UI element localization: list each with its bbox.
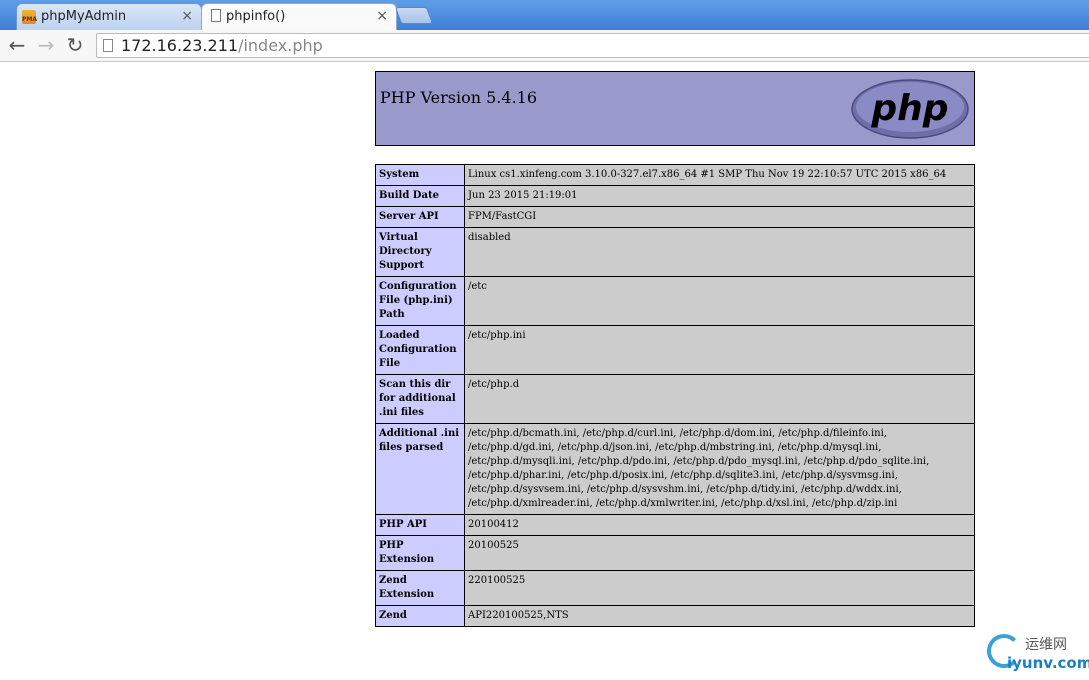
row-key: PHP Extension <box>375 535 465 571</box>
reload-icon[interactable]: ↻ <box>63 33 87 57</box>
table-row: Virtual Directory Support disabled <box>375 227 975 277</box>
url-host: 172.16.23.211 <box>121 36 239 55</box>
row-key: Zend <box>375 605 465 627</box>
address-url: 172.16.23.211/index.php <box>121 36 323 55</box>
row-value: 220100525 <box>464 570 975 606</box>
table-row: PHP Extension 20100525 <box>375 535 975 571</box>
table-row: Scan this dir for additional .ini files /… <box>375 374 975 424</box>
row-key: Build Date <box>375 185 465 207</box>
back-arrow-icon[interactable]: ← <box>5 33 29 57</box>
row-key: PHP API <box>375 514 465 536</box>
tab-phpmyadmin[interactable]: PMA phpMyAdmin × <box>16 3 202 30</box>
table-row: PHP API 20100412 <box>375 514 975 536</box>
php-version-title: PHP Version 5.4.16 <box>380 88 538 107</box>
phpinfo-table: System Linux cs1.xinfeng.com 3.10.0-327.e… <box>375 164 975 627</box>
row-key: System <box>375 164 465 186</box>
table-row: Build Date Jun 23 2015 21:19:01 <box>375 185 975 207</box>
table-row: Loaded Configuration File/etc/php.ini <box>375 325 975 375</box>
phpinfo-header: PHP Version 5.4.16 php <box>375 71 975 146</box>
address-bar[interactable]: 172.16.23.211/index.php <box>96 33 1089 58</box>
browser-toolbar: ← → ↻ 172.16.23.211/index.php <box>0 30 1089 62</box>
tab-strip: PMA phpMyAdmin × phpinfo() × <box>0 0 1089 30</box>
watermark-logo: 运维网 iyunv.com <box>985 630 1089 678</box>
phpmyadmin-favicon-icon: PMA <box>22 10 37 24</box>
watermark-cn: 运维网 <box>1025 637 1067 653</box>
php-logo: php <box>851 79 969 139</box>
page-icon <box>103 39 113 52</box>
close-icon[interactable]: × <box>181 8 193 24</box>
tab-phpinfo[interactable]: phpinfo() × <box>201 3 397 30</box>
url-path: /index.php <box>238 36 323 55</box>
row-value: /etc <box>464 276 975 326</box>
row-key: Zend Extension <box>375 570 465 606</box>
row-value: disabled <box>464 227 975 277</box>
table-row: System Linux cs1.xinfeng.com 3.10.0-327.e… <box>375 164 975 186</box>
row-value: 20100412 <box>464 514 975 536</box>
page-favicon-icon <box>211 9 221 22</box>
row-value: API220100525,NTS <box>464 605 975 627</box>
table-row: Zend API220100525,NTS <box>375 605 975 627</box>
new-tab-button[interactable] <box>394 7 434 24</box>
row-value: /etc/php.ini <box>464 325 975 375</box>
row-key: Scan this dir for additional .ini files <box>375 374 465 424</box>
row-key: Virtual Directory Support <box>375 227 465 277</box>
row-key: Server API <box>375 206 465 228</box>
table-row: Zend Extension 220100525 <box>375 570 975 606</box>
row-key: Configuration File (php.ini) Path <box>375 276 465 326</box>
row-value: FPM/FastCGI <box>464 206 975 228</box>
table-row: Additional .ini files parsed/etc/php.d/b… <box>375 423 975 515</box>
forward-arrow-icon[interactable]: → <box>34 33 58 57</box>
tab-title: phpMyAdmin <box>41 9 127 24</box>
row-key: Loaded Configuration File <box>375 325 465 375</box>
table-row: Server API FPM/FastCGI <box>375 206 975 228</box>
row-value: /etc/php.d/bcmath.ini, /etc/php.d/curl.i… <box>464 423 975 515</box>
page-content: PHP Version 5.4.16 php System Linux cs1.x… <box>0 62 1089 680</box>
php-logo-text: php <box>870 88 948 129</box>
table-row: Configuration File (php.ini) Path/etc <box>375 276 975 326</box>
tab-title: phpinfo() <box>226 9 286 24</box>
row-key: Additional .ini files parsed <box>375 423 465 515</box>
row-value: Linux cs1.xinfeng.com 3.10.0-327.el7.x86… <box>464 164 975 186</box>
row-value: 20100525 <box>464 535 975 571</box>
watermark-domain: iyunv.com <box>1007 654 1089 672</box>
row-value: Jun 23 2015 21:19:01 <box>464 185 975 207</box>
row-value: /etc/php.d <box>464 374 975 424</box>
close-icon[interactable]: × <box>376 8 388 24</box>
